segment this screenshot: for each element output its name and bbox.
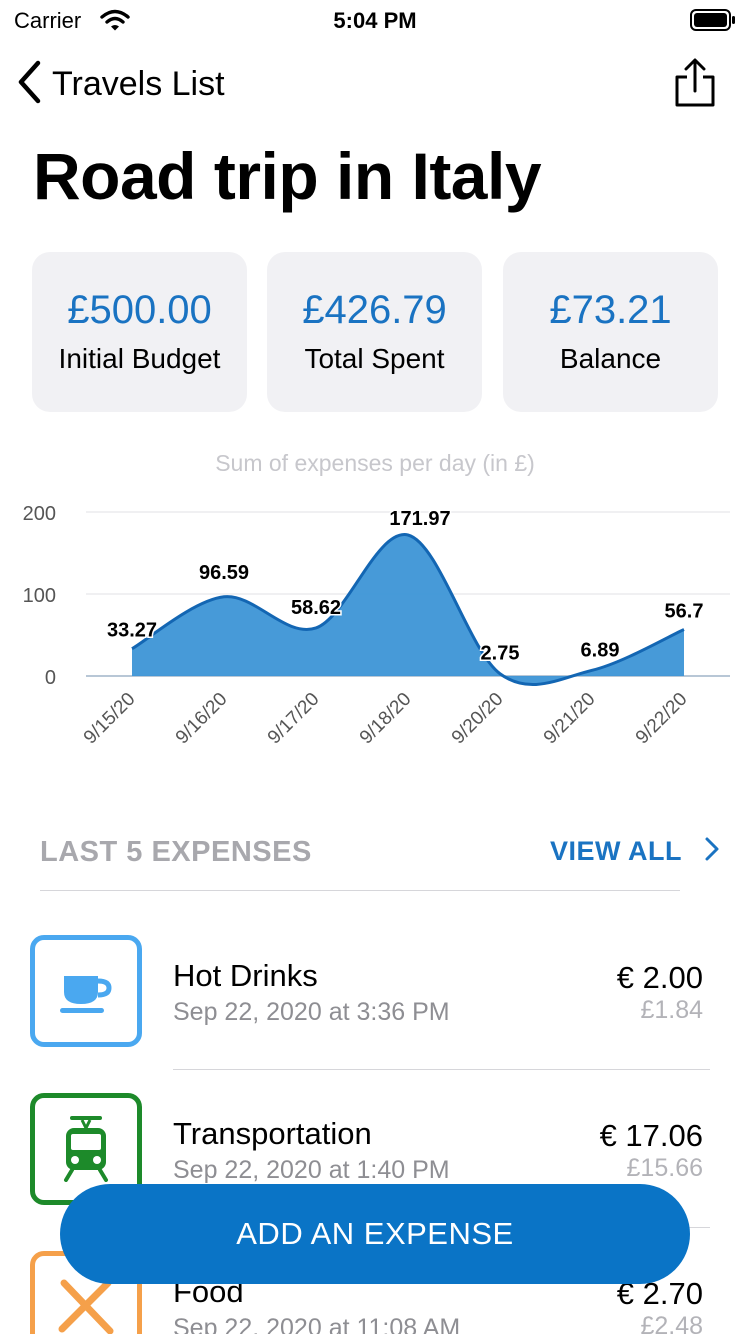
chevron-left-icon	[16, 60, 42, 109]
section-header: LAST 5 EXPENSES	[40, 836, 312, 868]
x-tick-label: 9/15/20	[80, 689, 140, 749]
expense-converted-amount: £2.48	[640, 1312, 703, 1334]
data-label: 56.7	[665, 601, 704, 623]
status-bar: Carrier 5:04 PM	[0, 0, 750, 40]
spent-label: Total Spent	[304, 343, 445, 374]
share-button[interactable]	[672, 58, 718, 108]
x-tick-label: 9/17/20	[264, 689, 324, 749]
view-all-button[interactable]: VIEW ALL	[550, 836, 720, 867]
x-tick-label: 9/20/20	[448, 689, 508, 749]
x-tick-label: 9/16/20	[172, 689, 232, 749]
budget-value: £500.00	[67, 288, 212, 332]
section-divider	[40, 890, 680, 891]
balance-value: £73.21	[549, 288, 672, 332]
spent-value: £426.79	[302, 288, 447, 332]
chart-title: Sum of expenses per day (in £)	[215, 450, 535, 476]
data-label: 96.59	[199, 562, 249, 584]
row-divider	[173, 1069, 710, 1070]
page-title: Road trip in Italy	[33, 139, 542, 213]
expense-row[interactable]: Hot Drinks Sep 22, 2020 at 3:36 PM € 2.0…	[0, 920, 750, 1070]
balance-label: Balance	[559, 343, 662, 374]
expense-name: Transportation	[173, 1116, 372, 1151]
back-button[interactable]: Travels List	[16, 60, 225, 108]
expense-date: Sep 22, 2020 at 3:36 PM	[173, 998, 450, 1026]
coffee-cup-icon	[60, 976, 112, 1013]
data-label: 171.97	[389, 508, 450, 530]
expense-date: Sep 22, 2020 at 1:40 PM	[173, 1156, 450, 1184]
spent-card: £426.79 Total Spent	[267, 252, 482, 412]
expense-converted-amount: £15.66	[626, 1154, 703, 1182]
expense-date: Sep 22, 2020 at 11:08 AM	[173, 1314, 461, 1334]
status-time: 5:04 PM	[333, 8, 417, 33]
y-tick-label: 0	[45, 667, 56, 689]
x-tick-label: 9/22/20	[632, 689, 692, 749]
tram-icon	[64, 1116, 108, 1182]
x-tick-label: 9/21/20	[540, 689, 600, 749]
balance-card: £73.21 Balance	[503, 252, 718, 412]
expense-amount: € 17.06	[599, 1118, 703, 1153]
share-icon	[675, 58, 715, 107]
view-all-label: VIEW ALL	[550, 836, 682, 866]
y-tick-label: 200	[23, 503, 56, 525]
category-icon-box	[30, 935, 142, 1047]
add-expense-button[interactable]: ADD AN EXPENSE	[60, 1184, 690, 1284]
budget-card: £500.00 Initial Budget	[32, 252, 247, 412]
data-label: 6.89	[581, 639, 620, 661]
data-label: 58.62	[291, 597, 341, 619]
fork-knife-icon	[58, 1279, 114, 1334]
chevron-right-icon	[704, 836, 720, 867]
expense-name: Hot Drinks	[173, 958, 318, 993]
data-label: 2.75	[481, 643, 520, 665]
battery-icon	[690, 9, 736, 36]
expense-amount: € 2.00	[616, 960, 703, 995]
expense-converted-amount: £1.84	[640, 996, 703, 1024]
back-label: Travels List	[52, 64, 225, 103]
y-tick-label: 100	[23, 585, 56, 607]
chart-area	[132, 534, 684, 685]
expenses-chart: 200 100 0 33.27 96.59 58.62 171.97 2.75 6.89 56.7…	[23, 503, 730, 749]
data-label: 33.27	[107, 620, 157, 642]
budget-label: Initial Budget	[58, 343, 221, 374]
x-tick-label: 9/18/20	[356, 689, 416, 749]
